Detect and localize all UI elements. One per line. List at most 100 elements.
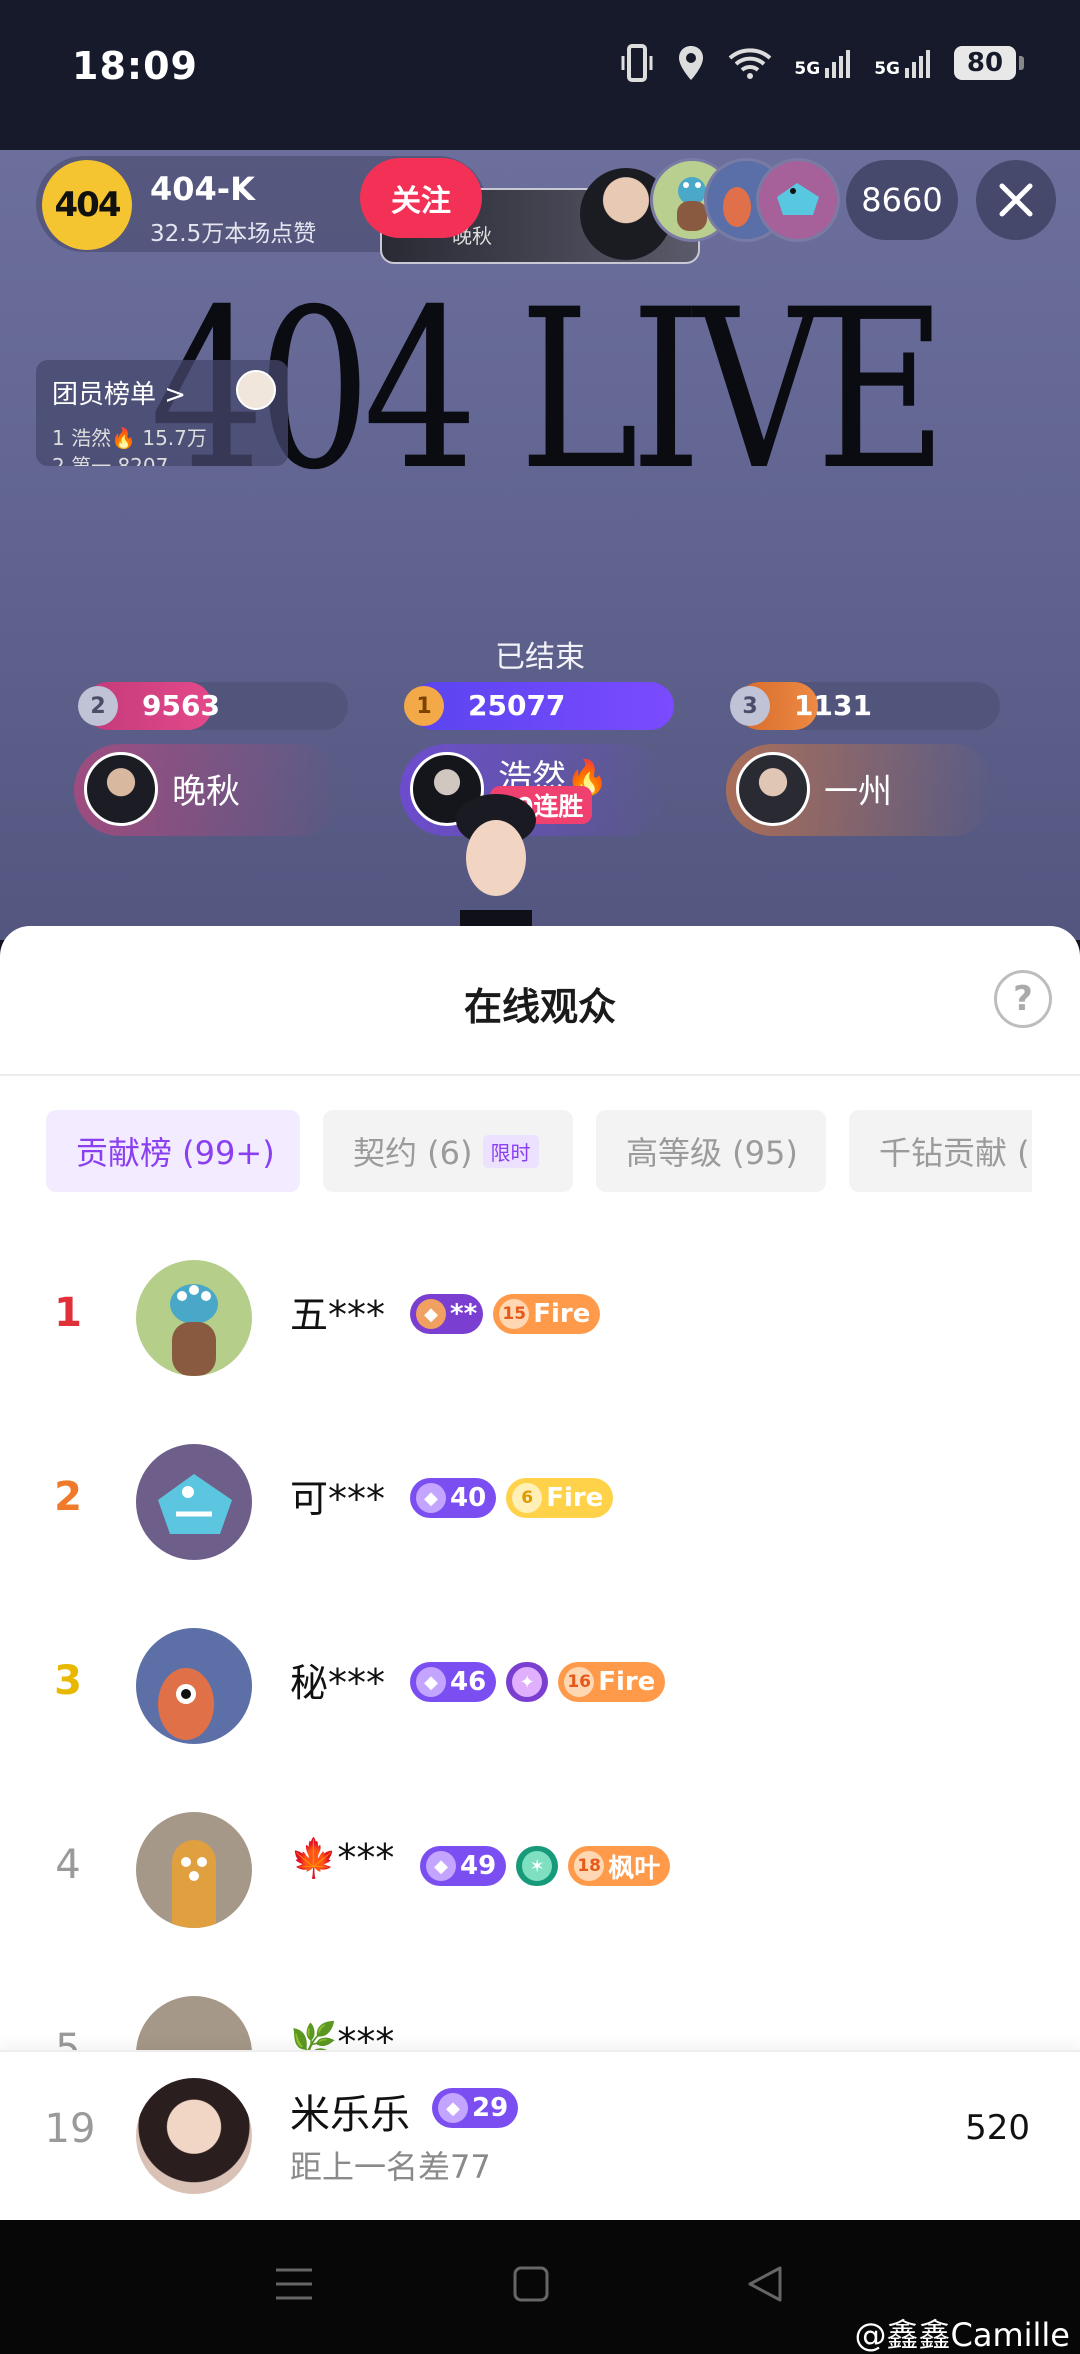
- host-name: 404-K: [150, 170, 255, 208]
- pk-status: 已结束: [495, 640, 585, 675]
- follow-button[interactable]: 关注: [360, 158, 482, 238]
- avatar[interactable]: [136, 1444, 252, 1560]
- online-audience-sheet: 在线观众 ? 贡献榜 (99+) 契约 (6) 限时 高等级 (95) 千钻贡献…: [0, 926, 1080, 2220]
- user-badges: ◆ ** 15 Fire: [410, 1294, 601, 1334]
- score-bar-2: 9563: [84, 682, 348, 730]
- badge-text: 49: [460, 1851, 497, 1881]
- score-bar-1: 25077: [410, 682, 674, 730]
- help-button[interactable]: ?: [994, 970, 1052, 1028]
- member-ranking-box[interactable]: 团员榜单 > 1 浩然🔥 15.7万 2 第一 8207: [36, 360, 288, 466]
- badge-text: Fire: [533, 1299, 591, 1329]
- user-badges: ◆ 49 ✶ 18 枫叶: [420, 1846, 671, 1886]
- signal-1-icon: 5G: [794, 48, 852, 78]
- back-icon[interactable]: [746, 2264, 784, 2304]
- list-item[interactable]: 1 五*** ◆ ** 15 Fire: [0, 1226, 1080, 1410]
- live-stream-view[interactable]: 404 LIVE 404 404-K 32.5万本场点赞 晚秋 关注 8660 …: [0, 150, 1080, 940]
- star-badge: ✦: [506, 1662, 549, 1702]
- level-badge: ◆ 40: [410, 1478, 497, 1518]
- badge-text: 29: [472, 2093, 509, 2123]
- host-likes: 32.5万本场点赞: [150, 221, 317, 247]
- user-name: 秘***: [290, 1661, 386, 1705]
- audience-tabs: 贡献榜 (99+) 契约 (6) 限时 高等级 (95) 千钻贡献 (1: [46, 1110, 1032, 1192]
- badge-level: 18: [574, 1851, 605, 1881]
- score-value: 1131: [794, 689, 872, 722]
- badge-level: 15: [499, 1299, 530, 1329]
- status-bar: 18:09 5G 5G 80: [0, 0, 1080, 150]
- score-value: 25077: [468, 689, 566, 722]
- gem-icon: ◆: [416, 1483, 446, 1513]
- member-ranking-row: 1 浩然🔥 15.7万: [52, 426, 207, 450]
- top-viewer-avatar[interactable]: [756, 158, 840, 242]
- limited-time-tag: 限时: [482, 1134, 539, 1168]
- avatar[interactable]: [136, 1260, 252, 1376]
- pk-player-2[interactable]: 晚秋: [74, 744, 344, 836]
- badge-text: Fire: [598, 1667, 656, 1697]
- player-name: 晚秋: [172, 772, 240, 812]
- my-avatar[interactable]: [136, 2078, 252, 2194]
- score-bar-3: 1131: [736, 682, 1000, 730]
- status-time: 18:09: [72, 44, 198, 88]
- tab-high-level[interactable]: 高等级 (95): [596, 1110, 826, 1192]
- rank-medal-3: 3: [730, 686, 770, 726]
- gem-icon: ◆: [426, 1851, 456, 1881]
- badge-level: 16: [564, 1667, 595, 1697]
- close-icon: [999, 183, 1033, 217]
- vibrate-icon: [621, 44, 653, 82]
- tab-contribution[interactable]: 贡献榜 (99+): [46, 1110, 300, 1192]
- star-icon: ✦: [512, 1667, 543, 1697]
- my-rank-row[interactable]: 19 米乐乐 ◆ 29 距上一名差77 520: [0, 2050, 1080, 2220]
- streamer-image: [456, 794, 536, 940]
- signal-2-icon: 5G: [874, 48, 932, 78]
- user-badges: ◆ 40 6 Fire: [410, 1478, 614, 1518]
- level-badge: ◆ **: [410, 1294, 484, 1334]
- viewer-count[interactable]: 8660: [846, 160, 958, 240]
- player-avatar: [84, 752, 158, 826]
- tab-contract[interactable]: 契约 (6) 限时: [323, 1110, 573, 1192]
- badge-text: Fire: [546, 1483, 604, 1513]
- network-type: 5G: [874, 59, 900, 79]
- rank-number: 2: [54, 1474, 82, 1520]
- tab-contract-label: 契约 (6): [353, 1134, 473, 1172]
- badge-text: 46: [450, 1667, 487, 1697]
- wifi-icon: [729, 48, 772, 79]
- star-badge: ✶: [516, 1846, 559, 1886]
- rank-number: 3: [54, 1658, 82, 1704]
- menu-icon[interactable]: [274, 2264, 314, 2304]
- player-name: 一州: [824, 772, 892, 812]
- my-contribution-value: 520: [965, 2108, 1030, 2148]
- gem-icon: ◆: [438, 2093, 468, 2123]
- host-logo[interactable]: 404: [42, 160, 132, 250]
- my-rank-number: 19: [44, 2106, 96, 2152]
- member-ranking-row: 2 第一 8207: [52, 454, 169, 466]
- user-name: 五***: [290, 1293, 386, 1337]
- badge-text: 40: [450, 1483, 487, 1513]
- home-icon[interactable]: [512, 2264, 550, 2304]
- level-badge: ◆ 49: [420, 1846, 507, 1886]
- close-button[interactable]: [976, 160, 1056, 240]
- gem-icon: ◆: [416, 1299, 446, 1329]
- my-level-badge: ◆ 29: [432, 2088, 519, 2128]
- avatar[interactable]: [136, 1812, 252, 1928]
- location-icon: [679, 46, 704, 80]
- badge-text: 枫叶: [608, 1853, 661, 1884]
- divider: [0, 1074, 1080, 1076]
- avatar[interactable]: [136, 1628, 252, 1744]
- pk-player-3[interactable]: 一州: [726, 744, 996, 836]
- fan-badge: 16 Fire: [558, 1662, 666, 1702]
- member-ranking-title: 团员榜单 >: [52, 380, 187, 410]
- score-value: 9563: [142, 689, 220, 722]
- member-ranking-avatar: [236, 370, 276, 410]
- level-badge: ◆ 46: [410, 1662, 497, 1702]
- star-icon: ✶: [522, 1851, 553, 1881]
- gap-to-previous: 距上一名差77: [290, 2148, 491, 2186]
- list-item[interactable]: 4 🍁*** ◆ 49 ✶ 18 枫叶: [0, 1778, 1080, 1962]
- user-name: 可***: [290, 1477, 386, 1521]
- user-name: 🍁***: [290, 1836, 395, 1880]
- fan-badge: 18 枫叶: [568, 1846, 671, 1886]
- user-badges: ◆ 46 ✦ 16 Fire: [410, 1662, 666, 1702]
- list-item[interactable]: 3 秘*** ◆ 46 ✦ 16 Fire: [0, 1594, 1080, 1778]
- list-item[interactable]: 2 可*** ◆ 40 6 Fire: [0, 1410, 1080, 1594]
- network-type: 5G: [794, 59, 821, 79]
- rank-medal-2: 2: [78, 686, 118, 726]
- tab-diamond-contribution[interactable]: 千钻贡献 (1: [849, 1110, 1032, 1192]
